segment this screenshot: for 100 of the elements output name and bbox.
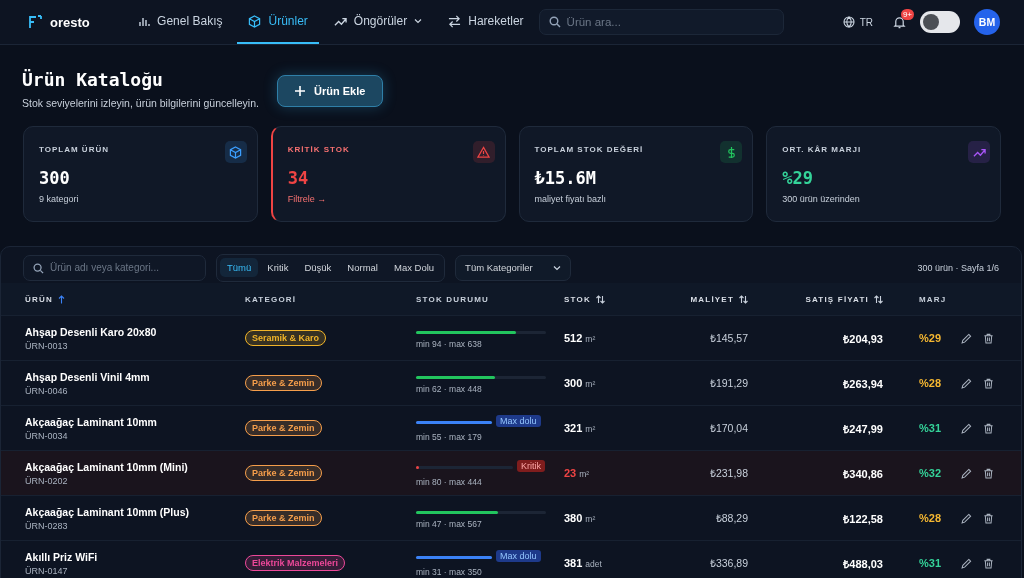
product-name: Ahşap Desenli Karo 20x80	[25, 325, 158, 338]
pagination-summary: 300 ürün · Sayfa 1/6	[917, 262, 999, 273]
status-badge: Kritik	[517, 460, 545, 472]
product-code: ÜRN-0013	[25, 340, 69, 351]
edit-icon[interactable]	[961, 377, 972, 389]
plus-icon	[294, 86, 305, 96]
stock-quantity: 512 m²	[564, 332, 597, 344]
column-header[interactable]: STOK	[564, 294, 605, 304]
price-cell-text: ₺247,99	[842, 421, 883, 436]
stock-quantity: 300 m²	[564, 377, 597, 389]
edit-icon[interactable]	[961, 467, 972, 479]
filter-tab[interactable]: Max Dolu	[387, 258, 442, 277]
edit-icon[interactable]	[961, 332, 972, 344]
trash-icon[interactable]	[983, 512, 994, 524]
user-avatar[interactable]: BM	[974, 9, 1000, 35]
globe-icon	[842, 16, 855, 28]
cost-cell-text: ₺88,29	[714, 511, 748, 525]
column-header[interactable]: MARJ	[919, 294, 947, 304]
page-title: Ürün Kataloğu	[22, 69, 164, 90]
product-name: Akçaağaç Laminant 10mm	[25, 415, 158, 428]
product-code: ÜRN-0283	[25, 520, 69, 531]
margin-cell-text: %28	[918, 377, 943, 389]
price-cell-text: ₺122,58	[842, 511, 883, 526]
margin-cell-text: %29	[918, 332, 943, 344]
language-button[interactable]: TR	[836, 15, 879, 29]
category-tag: Seramik & Karo	[245, 330, 327, 346]
category-tag: Parke & Zemin	[245, 420, 322, 436]
filter-tab[interactable]: Düşük	[297, 258, 339, 277]
nav-tab[interactable]: Hareketler	[437, 0, 535, 44]
price-cell-text: ₺204,93	[842, 331, 883, 346]
nav-tab[interactable]: Öngörüler	[322, 0, 434, 44]
filter-tab[interactable]: Tümü	[220, 258, 259, 277]
chevron-down-icon	[553, 263, 562, 272]
bar-chart-icon	[138, 15, 151, 27]
stat-note: 300 ürün üzerinden	[782, 194, 861, 204]
product-code: ÜRN-0046	[25, 385, 69, 396]
stat-title: KRİTİK STOK	[287, 145, 350, 154]
stock-quantity: 380 m²	[564, 512, 597, 524]
column-header[interactable]: MALİYET	[690, 294, 748, 304]
trash-icon[interactable]	[983, 377, 994, 389]
product-name: Akıllı Priz WiFi	[25, 550, 99, 563]
filter-link[interactable]: Filtrele →	[287, 194, 491, 204]
trash-icon[interactable]	[983, 557, 994, 569]
sort-icon	[739, 294, 748, 304]
category-select[interactable]: Tüm Kategoriler	[455, 254, 572, 281]
sort-up-icon	[57, 294, 65, 304]
trash-icon[interactable]	[983, 467, 994, 479]
nav-tab[interactable]: Genel Bakış	[127, 0, 234, 44]
cube-icon	[248, 14, 262, 28]
add-product-button[interactable]: Ürün Ekle	[276, 75, 384, 107]
stock-range: min 62 · max 448	[416, 384, 483, 394]
cost-cell-text: ₺231,98	[708, 466, 748, 480]
product-name: Ahşap Desenli Vinil 4mm	[25, 370, 151, 383]
filter-tab[interactable]: Kritik	[260, 258, 296, 277]
column-header[interactable]: KATEGORİ	[245, 294, 297, 304]
stat-value: 34	[287, 168, 310, 188]
stat-note: 9 kategori	[39, 194, 80, 204]
nav-tab[interactable]: Ürünler	[237, 0, 319, 44]
cube-icon	[229, 145, 243, 159]
search-field[interactable]: Ürün ara...	[538, 9, 784, 35]
stock-range: min 94 · max 638	[416, 339, 483, 349]
cost-cell-text: ₺145,57	[708, 331, 748, 345]
stock-quantity: 321 m²	[564, 422, 597, 434]
stock-range: min 47 · max 567	[416, 519, 483, 529]
theme-toggle[interactable]	[920, 11, 960, 33]
price-cell-text: ₺488,03	[842, 556, 883, 571]
margin-cell-text: %28	[918, 512, 943, 524]
product-search-field[interactable]: Ürün adı veya kategori...	[23, 254, 206, 281]
search-icon	[33, 262, 44, 274]
stock-range: min 31 · max 350	[416, 567, 483, 577]
product-code: ÜRN-0147	[25, 565, 69, 576]
cost-cell-text: ₺191,29	[708, 376, 748, 390]
product-name: Akçaağaç Laminant 10mm (Mini)	[25, 460, 189, 473]
column-header[interactable]: ÜRÜN	[25, 294, 65, 304]
stat-title: TOPLAM STOK DEĞERİ	[534, 145, 644, 154]
stock-quantity: 23 m²	[564, 467, 591, 479]
stat-value: 300	[39, 168, 71, 188]
cost-cell-text: ₺336,89	[708, 556, 748, 570]
edit-icon[interactable]	[961, 422, 972, 434]
product-name: Akçaağaç Laminant 10mm (Plus)	[25, 505, 190, 518]
logo-text: oresto	[50, 14, 90, 30]
search-icon	[548, 16, 561, 28]
column-header[interactable]: SATIŞ FİYATI	[805, 294, 883, 304]
column-header[interactable]: STOK DURUMU	[416, 294, 490, 304]
stat-value: ₺15.6M	[534, 168, 597, 188]
category-tag: Elektrik Malzemeleri	[245, 555, 346, 571]
product-code: ÜRN-0034	[25, 430, 69, 441]
bell-icon[interactable]	[893, 15, 906, 29]
trash-icon[interactable]	[983, 422, 994, 434]
stat-note: maliyet fiyatı bazlı	[534, 194, 608, 204]
product-code: ÜRN-0202	[25, 475, 69, 486]
price-cell-text: ₺263,94	[842, 376, 883, 391]
trash-icon[interactable]	[983, 332, 994, 344]
cost-cell-text: ₺170,04	[708, 421, 748, 435]
stat-title: TOPLAM ÜRÜN	[39, 145, 109, 154]
status-badge: Max dolu	[496, 415, 541, 427]
filter-tab[interactable]: Normal	[340, 258, 385, 277]
edit-icon[interactable]	[961, 512, 972, 524]
sort-icon	[874, 294, 883, 304]
edit-icon[interactable]	[961, 557, 972, 569]
